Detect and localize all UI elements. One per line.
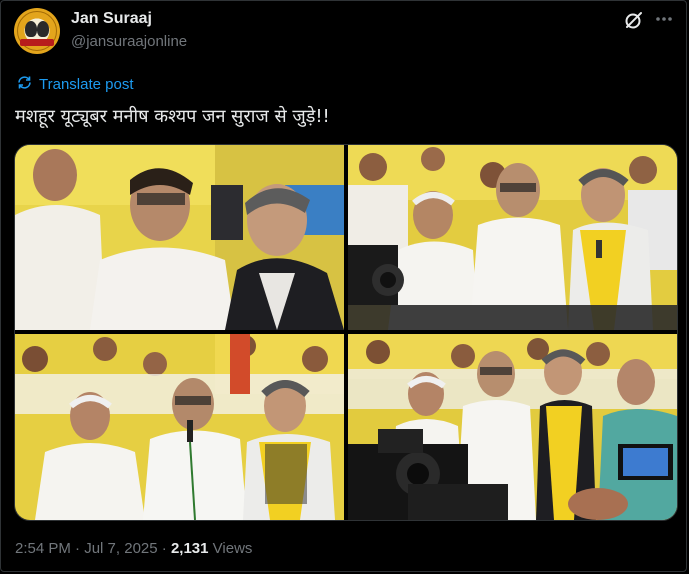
media-grid <box>14 144 678 521</box>
author-handle[interactable]: @jansuraajonline <box>71 33 187 50</box>
views-count: 2,131 <box>170 540 209 557</box>
media-photo[interactable] <box>348 145 677 330</box>
post-date[interactable]: Jul 7, 2025 <box>84 540 157 557</box>
avatar-figure <box>37 21 49 37</box>
avatar-banner <box>20 39 54 46</box>
post-meta: 2:54 PM · Jul 7, 2025 · 2,131 Views <box>15 540 252 557</box>
slashed-circle-icon[interactable] <box>623 9 645 31</box>
meta-separator: · <box>75 540 81 557</box>
post-text: मशहूर यूट्यूबर मनीष कश्यप जन सुराज से जु… <box>15 106 330 127</box>
media-photo[interactable] <box>348 334 677 520</box>
more-horizontal-icon[interactable] <box>653 8 675 30</box>
post-time[interactable]: 2:54 PM <box>15 540 71 557</box>
media-photo[interactable] <box>15 145 344 330</box>
translate-icon <box>16 74 33 95</box>
avatar[interactable] <box>14 8 60 54</box>
media-photo[interactable] <box>15 334 344 520</box>
post-card[interactable]: Jan Suraaj @jansuraajonline Translate po… <box>0 0 687 572</box>
meta-separator: · <box>161 540 167 557</box>
views-label: Views <box>212 540 253 557</box>
translate-label: Translate post <box>39 76 134 93</box>
avatar-figure <box>25 21 37 37</box>
author-name[interactable]: Jan Suraaj <box>71 10 152 28</box>
translate-post-link[interactable]: Translate post <box>16 74 134 95</box>
